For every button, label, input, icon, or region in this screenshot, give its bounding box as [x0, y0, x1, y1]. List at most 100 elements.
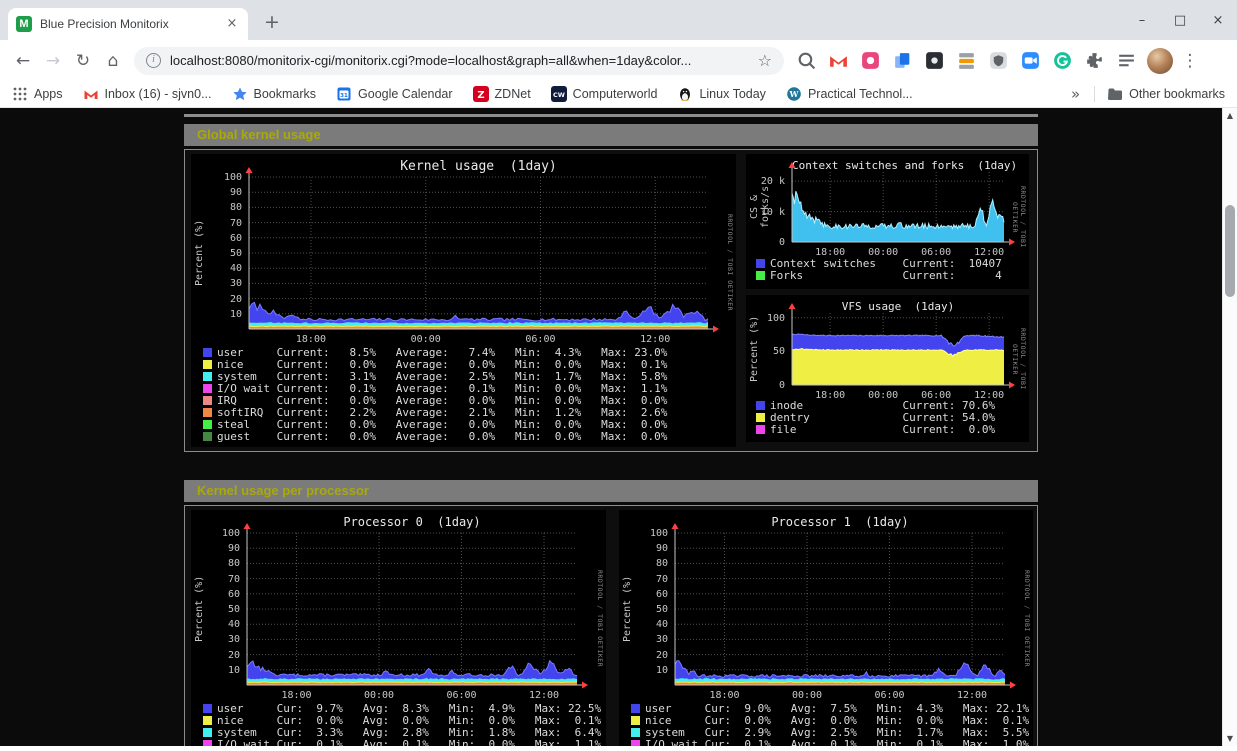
legend-swatch: [203, 360, 212, 369]
rrdtool-watermark: RRDTOOL / TOBI OETIKER: [1017, 313, 1027, 405]
puzzle-icon[interactable]: [1084, 50, 1105, 71]
stack-icon[interactable]: [956, 50, 977, 71]
gmail-icon[interactable]: [828, 50, 849, 71]
y-tick-label: 20 k: [746, 176, 785, 187]
bookmark-label: Linux Today: [699, 87, 766, 101]
bookmark-label: Inbox (16) - sjvn0...: [105, 87, 212, 101]
bookmark-google-calendar[interactable]: 31Google Calendar: [336, 86, 453, 102]
x-tick-label: 00:00: [787, 690, 827, 701]
graph-title: Context switches and forks (1day): [792, 159, 1004, 172]
y-tick-label: 30: [619, 634, 668, 645]
y-tick-label: 60: [191, 589, 240, 600]
y-tick-label: 90: [619, 543, 668, 554]
bookmark-apps[interactable]: Apps: [12, 86, 63, 102]
legend-swatch: [756, 425, 765, 434]
graph-title: Processor 0 (1day): [247, 515, 577, 529]
legend-text: file Current: 0.0%: [770, 423, 995, 436]
graph-proc0[interactable]: Processor 0 (1day)Percent (%)10090807060…: [191, 510, 606, 746]
horizontal-scrollbar-track[interactable]: [0, 746, 1237, 751]
legend-row-dentry: dentry Current: 54.0%: [756, 411, 995, 423]
bookmark-practical-technol[interactable]: WPractical Technol...: [786, 86, 913, 102]
graph-proc1[interactable]: Processor 1 (1day)Percent (%)10090807060…: [619, 510, 1033, 746]
maximize-button[interactable]: □: [1173, 13, 1187, 28]
x-tick-label: 12:00: [952, 690, 992, 701]
x-tick-label: 18:00: [705, 690, 745, 701]
legend-swatch: [203, 704, 212, 713]
vertical-scrollbar[interactable]: ▲ ▼: [1222, 108, 1237, 746]
dark-extension-icon[interactable]: [924, 50, 945, 71]
home-icon[interactable]: ⌂: [98, 46, 128, 76]
bookmark-inbox-16-sjvn0[interactable]: Inbox (16) - sjvn0...: [83, 86, 212, 102]
tab-title: Blue Precision Monitorix: [40, 17, 224, 31]
computerworld-icon: CW: [551, 86, 567, 102]
grammarly-icon[interactable]: [1052, 50, 1073, 71]
shield-icon[interactable]: [988, 50, 1009, 71]
address-bar[interactable]: i localhost:8080/monitorix-cgi/monitorix…: [134, 47, 784, 75]
bookmark-label: Computerworld: [573, 87, 658, 101]
folder-icon: [1107, 86, 1123, 102]
y-tick-label: 40: [191, 263, 242, 274]
bookmark-star-icon[interactable]: ☆: [758, 51, 772, 70]
window-close-button[interactable]: ×: [1211, 13, 1225, 28]
legend-text: Forks Current: 4: [770, 269, 1002, 282]
monitorix-favicon: M: [16, 16, 32, 32]
browser-tab[interactable]: M Blue Precision Monitorix ×: [8, 8, 248, 40]
browser-toolbar: ← → ↻ ⌂ i localhost:8080/monitorix-cgi/m…: [0, 40, 1237, 81]
monitorix-main-column: Global kernel usage Kernel usage (1day)P…: [184, 108, 1038, 746]
y-tick-label: 20: [191, 650, 240, 661]
legend-row-system: system Cur: 2.9% Avg: 2.5% Min: 1.7% Max…: [631, 726, 1029, 738]
legend-swatch: [203, 728, 212, 737]
browser-menu-icon[interactable]: ⋮: [1179, 51, 1201, 71]
y-tick-label: 20: [619, 650, 668, 661]
profile-avatar[interactable]: [1147, 48, 1173, 74]
bookmark-label: ZDNet: [495, 87, 531, 101]
y-tick-label: 0: [746, 237, 785, 248]
x-tick-label: 18:00: [277, 690, 317, 701]
minimize-button[interactable]: –: [1135, 13, 1149, 28]
graph-context[interactable]: Context switches and forks (1day)CS & fo…: [746, 154, 1029, 289]
other-bookmarks[interactable]: Other bookmarks: [1107, 86, 1225, 102]
graph-legend: user Cur: 9.0% Avg: 7.5% Min: 4.3% Max: …: [631, 702, 1029, 746]
pages-icon[interactable]: [892, 50, 913, 71]
y-tick-label: 40: [191, 619, 240, 630]
reload-icon[interactable]: ↻: [68, 46, 98, 76]
y-tick-label: 80: [191, 202, 242, 213]
y-tick-label: 80: [619, 558, 668, 569]
bookmark-computerworld[interactable]: CW Computerworld: [551, 86, 658, 102]
graph-kernel[interactable]: Kernel usage (1day)Percent (%)1009080706…: [191, 154, 736, 447]
bookmarks-bar: Apps Inbox (16) - sjvn0... Bookmarks 31Goog…: [0, 81, 1237, 108]
y-tick-label: 70: [191, 218, 242, 229]
url-text[interactable]: localhost:8080/monitorix-cgi/monitorix.c…: [170, 53, 750, 68]
svg-text:CW: CW: [553, 91, 565, 99]
pink-extension-icon[interactable]: [860, 50, 881, 71]
bookmark-zdnet[interactable]: Z ZDNet: [473, 86, 531, 102]
legend-swatch: [756, 271, 765, 280]
back-icon[interactable]: ←: [8, 46, 38, 76]
legend-row-user: user Current: 8.5% Average: 7.4% Min: 4.…: [203, 346, 667, 358]
zoom-icon[interactable]: [1020, 50, 1041, 71]
legend-row-irq: IRQ Current: 0.0% Average: 0.0% Min: 0.0…: [203, 394, 667, 406]
forward-icon[interactable]: →: [38, 46, 68, 76]
tab-close-icon[interactable]: ×: [224, 16, 240, 32]
y-tick-label: 90: [191, 543, 240, 554]
rrdtool-watermark: RRDTOOL / TOBI OETIKER: [594, 533, 604, 705]
bookmark-bookmarks[interactable]: Bookmarks: [232, 86, 317, 102]
reading-list-icon[interactable]: [1116, 50, 1137, 71]
graph-vfs[interactable]: VFS usage (1day)Percent (%)10050018:0000…: [746, 295, 1029, 442]
svg-text:Z: Z: [477, 90, 484, 101]
extension-icons: [796, 50, 1137, 71]
search-icon[interactable]: [796, 50, 817, 71]
bookmark-linux-today[interactable]: Linux Today: [677, 86, 766, 102]
bookmarks-separator: [1094, 86, 1095, 102]
bookmark-label: Bookmarks: [254, 87, 317, 101]
scroll-down-icon[interactable]: ▼: [1223, 734, 1237, 743]
page-info-icon[interactable]: i: [146, 53, 161, 68]
legend-swatch: [203, 408, 212, 417]
bookmarks-overflow-icon[interactable]: »: [1071, 85, 1080, 103]
legend-swatch: [756, 259, 765, 268]
scrollbar-thumb[interactable]: [1225, 205, 1235, 297]
scroll-up-icon[interactable]: ▲: [1223, 111, 1237, 120]
legend-text: guest Current: 0.0% Average: 0.0% Min: 0…: [217, 430, 667, 443]
legend-swatch: [203, 372, 212, 381]
new-tab-button[interactable]: +: [260, 11, 284, 35]
